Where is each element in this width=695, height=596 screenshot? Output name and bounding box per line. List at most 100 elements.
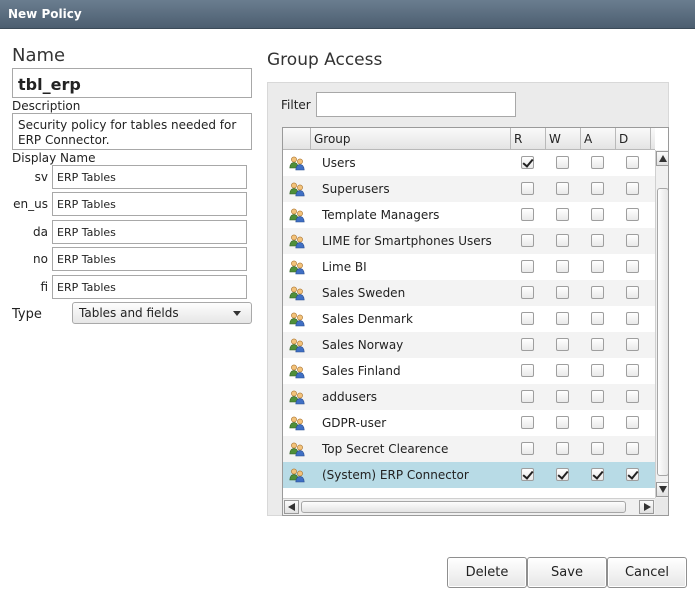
permission-checkbox-r[interactable] [521, 260, 534, 273]
permission-checkbox-a[interactable] [591, 338, 604, 351]
table-row[interactable]: Template Managers [283, 202, 655, 228]
permission-checkbox-w[interactable] [556, 208, 569, 221]
permission-checkbox-a[interactable] [591, 468, 604, 481]
table-row[interactable]: (System) ERP Connector [283, 462, 655, 488]
users-group-icon [289, 389, 305, 405]
table-row[interactable]: Sales Sweden [283, 280, 655, 306]
table-row[interactable]: Sales Finland [283, 358, 655, 384]
cancel-button[interactable]: Cancel [607, 557, 687, 588]
permission-checkbox-d[interactable] [626, 156, 639, 169]
table-row[interactable]: Top Secret Clearence [283, 436, 655, 462]
header-group[interactable]: Group [311, 128, 511, 150]
permission-checkbox-d[interactable] [626, 234, 639, 247]
group-name: Sales Norway [322, 338, 404, 352]
permission-checkbox-d[interactable] [626, 416, 639, 429]
display-name-input-en-us[interactable]: ERP Tables [52, 192, 247, 216]
table-row[interactable]: addusers [283, 384, 655, 410]
display-name-input-da[interactable]: ERP Tables [52, 220, 247, 244]
permission-checkbox-r[interactable] [521, 286, 534, 299]
permission-checkbox-d[interactable] [626, 286, 639, 299]
scroll-left-button[interactable] [284, 500, 299, 514]
table-row[interactable]: Sales Denmark [283, 306, 655, 332]
permission-checkbox-d[interactable] [626, 312, 639, 325]
permission-checkbox-w[interactable] [556, 182, 569, 195]
permission-checkbox-d[interactable] [626, 260, 639, 273]
permission-checkbox-a[interactable] [591, 442, 604, 455]
table-row[interactable]: LIME for Smartphones Users [283, 228, 655, 254]
scroll-down-button[interactable] [656, 482, 668, 497]
permission-checkbox-r[interactable] [521, 234, 534, 247]
permission-checkbox-w[interactable] [556, 338, 569, 351]
permission-checkbox-r[interactable] [521, 208, 534, 221]
permission-checkbox-w[interactable] [556, 442, 569, 455]
window-title: New Policy [8, 7, 82, 21]
save-button[interactable]: Save [527, 557, 607, 588]
permission-checkbox-r[interactable] [521, 312, 534, 325]
permission-checkbox-r[interactable] [521, 390, 534, 403]
type-select[interactable]: Tables and fields [72, 302, 252, 324]
permission-checkbox-r[interactable] [521, 364, 534, 377]
table-row[interactable]: Sales Norway [283, 332, 655, 358]
permission-checkbox-w[interactable] [556, 416, 569, 429]
table-row[interactable]: Superusers [283, 176, 655, 202]
permission-checkbox-a[interactable] [591, 286, 604, 299]
permission-checkbox-d[interactable] [626, 468, 639, 481]
permission-checkbox-a[interactable] [591, 234, 604, 247]
table-row[interactable]: Users [283, 150, 655, 176]
permission-checkbox-r[interactable] [521, 468, 534, 481]
header-write[interactable]: W [546, 128, 581, 150]
permission-checkbox-w[interactable] [556, 156, 569, 169]
permission-checkbox-d[interactable] [626, 390, 639, 403]
permission-checkbox-d[interactable] [626, 442, 639, 455]
permission-checkbox-a[interactable] [591, 260, 604, 273]
permission-checkbox-a[interactable] [591, 312, 604, 325]
header-add[interactable]: A [581, 128, 616, 150]
permission-checkbox-a[interactable] [591, 416, 604, 429]
table-row[interactable]: GDPR-user [283, 410, 655, 436]
vertical-scrollbar[interactable] [655, 150, 668, 498]
group-name: addusers [322, 390, 378, 404]
permission-checkbox-w[interactable] [556, 364, 569, 377]
table-row[interactable]: Lime BI [283, 254, 655, 280]
type-select-value: Tables and fields [79, 306, 179, 320]
permission-checkbox-r[interactable] [521, 442, 534, 455]
header-delete[interactable]: D [616, 128, 651, 150]
horizontal-scroll-thumb[interactable] [301, 501, 626, 513]
permission-checkbox-a[interactable] [591, 364, 604, 377]
horizontal-scrollbar[interactable] [283, 498, 655, 515]
permission-checkbox-w[interactable] [556, 390, 569, 403]
permission-checkbox-d[interactable] [626, 364, 639, 377]
filter-input[interactable] [316, 92, 516, 117]
permission-checkbox-a[interactable] [591, 390, 604, 403]
permission-checkbox-w[interactable] [556, 312, 569, 325]
permission-checkbox-w[interactable] [556, 234, 569, 247]
permission-checkbox-r[interactable] [521, 416, 534, 429]
group-name: Template Managers [322, 208, 440, 222]
display-name-input-fi[interactable]: ERP Tables [52, 275, 247, 299]
delete-button[interactable]: Delete [447, 557, 527, 588]
permission-checkbox-r[interactable] [521, 338, 534, 351]
permission-checkbox-w[interactable] [556, 286, 569, 299]
permission-checkbox-a[interactable] [591, 182, 604, 195]
display-name-input-sv[interactable]: ERP Tables [52, 165, 247, 189]
permission-checkbox-w[interactable] [556, 468, 569, 481]
permission-checkbox-r[interactable] [521, 156, 534, 169]
permission-checkbox-d[interactable] [626, 208, 639, 221]
arrow-up-icon [659, 155, 667, 162]
group-name: Users [322, 156, 356, 170]
permission-checkbox-w[interactable] [556, 260, 569, 273]
scroll-right-button[interactable] [639, 500, 654, 514]
display-name-row-sv: sv ERP Tables [12, 165, 252, 189]
header-read[interactable]: R [511, 128, 546, 150]
permission-checkbox-a[interactable] [591, 208, 604, 221]
name-input[interactable]: tbl_erp [12, 68, 252, 98]
vertical-scroll-thumb[interactable] [657, 188, 668, 476]
display-name-input-no[interactable]: ERP Tables [52, 247, 247, 271]
scroll-up-button[interactable] [656, 151, 668, 166]
group-name: Sales Finland [322, 364, 401, 378]
permission-checkbox-r[interactable] [521, 182, 534, 195]
permission-checkbox-d[interactable] [626, 182, 639, 195]
permission-checkbox-d[interactable] [626, 338, 639, 351]
description-textarea[interactable]: Security policy for tables needed for ER… [12, 113, 252, 150]
permission-checkbox-a[interactable] [591, 156, 604, 169]
